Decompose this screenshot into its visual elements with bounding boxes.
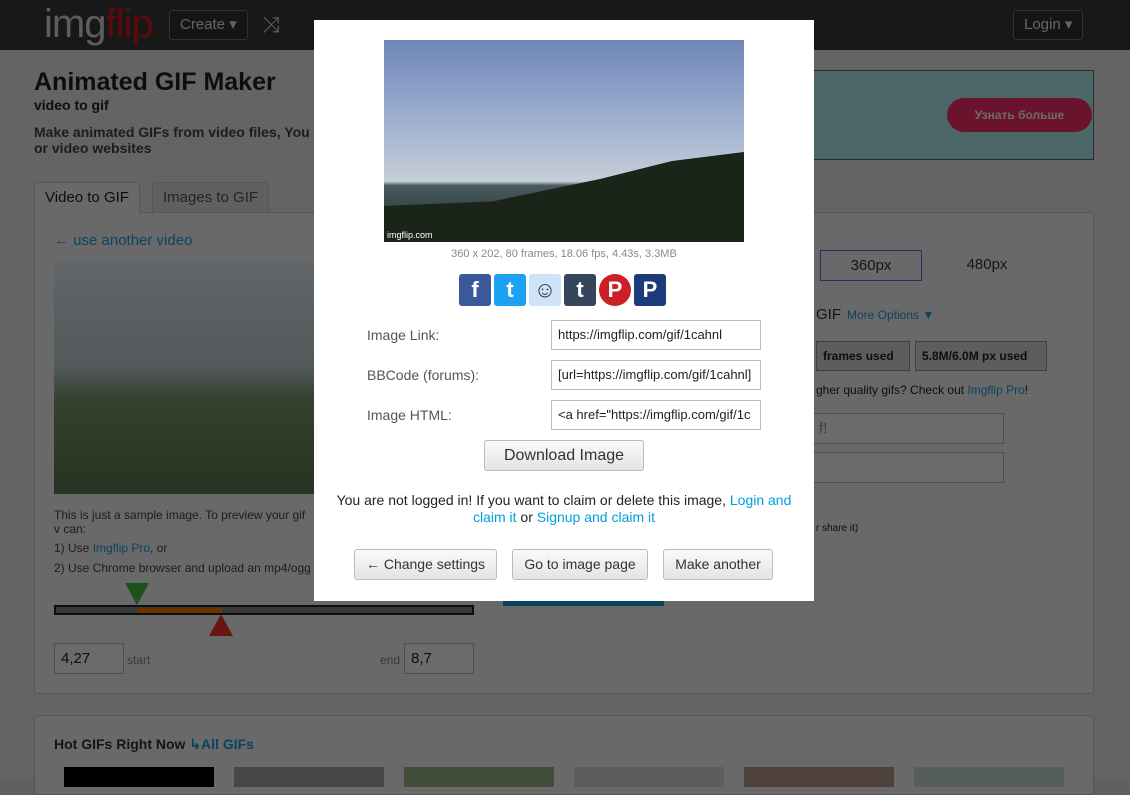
download-image-button[interactable]: Download Image — [484, 440, 644, 471]
advertisement[interactable]: Узнать больше — [812, 70, 1094, 160]
page-title: Animated GIF Maker — [34, 68, 276, 96]
gif-thumbnail[interactable] — [744, 767, 894, 787]
gif-thumbnail[interactable] — [234, 767, 384, 787]
end-handle[interactable] — [209, 614, 233, 636]
reddit-share-icon[interactable]: ☺ — [529, 274, 561, 306]
imgflip-pro-link[interactable]: Imgflip Pro — [93, 541, 150, 555]
start-label: start — [127, 653, 151, 667]
gif-thumbnail[interactable] — [64, 767, 214, 787]
hot-gifs-heading: Hot GIFs Right Now — [54, 736, 186, 752]
gif-thumbnail[interactable] — [914, 767, 1064, 787]
option-1: 1) Use Imgflip Pro, or — [54, 541, 167, 555]
option-2: 2) Use Chrome browser and upload an mp4/… — [54, 561, 311, 575]
px-used-meter: 5.8M/6.0M px used — [915, 341, 1047, 371]
pinterest-share-icon[interactable]: P — [599, 274, 631, 306]
login-notice: You are not logged in! If you want to cl… — [334, 492, 794, 526]
trim-slider[interactable] — [54, 605, 474, 615]
create-menu-button[interactable]: Create ▾ — [169, 10, 248, 40]
shuffle-icon[interactable]: ⤨ — [262, 12, 280, 38]
gif-thumbnail[interactable] — [404, 767, 554, 787]
size-480-option[interactable]: 480px — [936, 250, 1038, 281]
end-label: end — [380, 653, 401, 667]
use-another-video-link[interactable]: ← use another video — [54, 232, 192, 249]
end-input[interactable]: 8,7 — [404, 643, 474, 674]
image-link-field[interactable]: https://imgflip.com/gif/1cahnl — [551, 320, 761, 350]
gif-info: 360 x 202, 80 frames, 18.06 fps, 4.43s, … — [451, 248, 677, 260]
tumblr-share-icon[interactable]: t — [564, 274, 596, 306]
image-html-field[interactable]: <a href="https://imgflip.com/gif/1c — [551, 400, 761, 430]
tags-input[interactable] — [790, 452, 1004, 483]
login-button[interactable]: Login ▾ — [1013, 10, 1084, 40]
gif-thumbnail[interactable] — [574, 767, 724, 787]
make-another-button[interactable]: Make another — [663, 549, 773, 580]
logo[interactable]: imgflip — [44, 2, 154, 47]
logo-text: img — [44, 2, 106, 46]
twitter-share-icon[interactable]: t — [494, 274, 526, 306]
pinterest-alt-share-icon[interactable]: P — [634, 274, 666, 306]
facebook-share-icon[interactable]: f — [459, 274, 491, 306]
frames-used-meter: frames used — [816, 341, 910, 371]
size-360-option[interactable]: 360px — [820, 250, 922, 281]
change-settings-button[interactable]: ← Change settings — [354, 549, 497, 580]
logo-text-accent: flip — [105, 2, 153, 46]
pro-promo-end: ! — [1024, 383, 1029, 397]
start-handle[interactable] — [125, 583, 149, 605]
bbcode-field[interactable]: [url=https://imgflip.com/gif/1cahnl] — [551, 360, 761, 390]
start-input[interactable]: 4,27 — [54, 643, 124, 674]
title-input[interactable]: f! — [790, 413, 1004, 444]
all-gifs-link[interactable]: ↳All GIFs — [189, 736, 254, 752]
login-notice-text: You are not logged in! If you want to cl… — [336, 492, 730, 508]
tab-images-to-gif[interactable]: Images to GIF — [152, 182, 270, 213]
signup-claim-link[interactable]: Signup and claim it — [537, 509, 655, 525]
pro-promo-text: gher quality gifs? Check out — [816, 383, 968, 397]
image-html-label: Image HTML: — [367, 407, 452, 423]
more-options-link[interactable]: More Options ▼ — [847, 308, 934, 322]
login-notice-or: or — [516, 509, 537, 525]
page-subtitle: video to gif — [34, 97, 109, 113]
page-description: Make animated GIFs from video files, You… — [34, 124, 310, 156]
watermark: imgflip.com — [387, 230, 433, 240]
gif-created-modal: imgflip.com 360 x 202, 80 frames, 18.06 … — [314, 20, 814, 601]
pro-promo: gher quality gifs? Check out Imgflip Pro… — [816, 383, 1028, 397]
ad-button[interactable]: Узнать больше — [947, 98, 1092, 132]
tab-video-to-gif[interactable]: Video to GIF — [34, 182, 140, 214]
go-to-image-page-button[interactable]: Go to image page — [512, 549, 648, 580]
hot-gifs-title: Hot GIFs Right Now ↳All GIFs — [54, 736, 254, 753]
pro-link[interactable]: Imgflip Pro — [967, 383, 1024, 397]
trim-range — [138, 608, 222, 613]
option-1-text: 1) Use — [54, 541, 93, 555]
bbcode-label: BBCode (forums): — [367, 367, 480, 383]
gif-label: GIF — [816, 306, 841, 323]
generated-gif: imgflip.com — [384, 40, 744, 242]
option-1-suffix: , or — [150, 541, 168, 555]
sample-note: This is just a sample image. To preview … — [54, 508, 306, 536]
share-note: r share it) — [816, 523, 859, 534]
image-link-label: Image Link: — [367, 327, 440, 343]
